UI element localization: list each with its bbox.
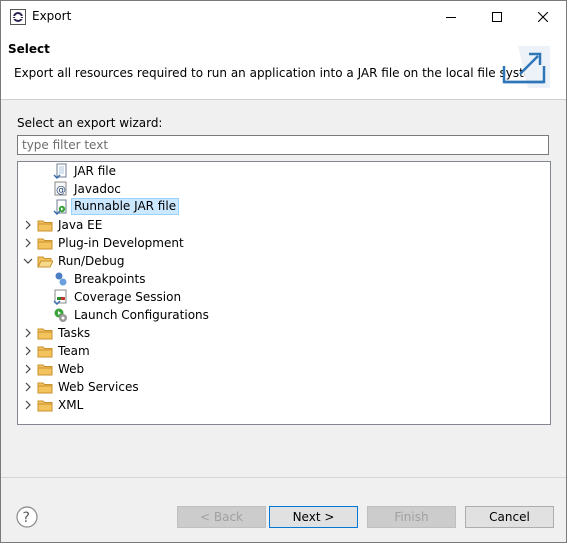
folder-icon — [37, 364, 53, 376]
svg-text:?: ? — [23, 510, 30, 526]
chevron-down-icon[interactable] — [22, 255, 34, 267]
close-button[interactable] — [520, 1, 566, 32]
jar-file-icon — [53, 163, 67, 179]
page-title: Select — [8, 42, 50, 56]
chevron-right-icon[interactable] — [22, 399, 34, 411]
tree-item-label: Launch Configurations — [74, 308, 209, 322]
footer-divider — [1, 477, 566, 478]
export-wizard-icon — [502, 46, 550, 88]
minimize-icon — [446, 16, 456, 18]
folder-icon — [37, 400, 53, 412]
select-wizard-label: Select an export wizard: — [17, 116, 163, 130]
maximize-icon — [492, 11, 502, 22]
chevron-right-icon[interactable] — [22, 381, 34, 393]
folder-icon — [37, 238, 53, 250]
tree-item-label: Breakpoints — [74, 272, 146, 286]
chevron-right-icon[interactable] — [22, 237, 34, 249]
tree-item-label: Javadoc — [74, 182, 121, 196]
wizard-tree[interactable]: JAR file @ Javadoc Runnable JAR file Jav… — [17, 161, 551, 425]
eclipse-app-icon — [10, 9, 26, 25]
chevron-right-icon[interactable] — [22, 219, 34, 231]
wizard-banner: Select Export all resources required to … — [1, 32, 566, 100]
cancel-button[interactable]: Cancel — [465, 506, 554, 528]
tree-item-label: Runnable JAR file — [71, 198, 180, 215]
tree-item-label: XML — [58, 398, 84, 412]
folder-icon — [37, 328, 53, 340]
folder-icon — [37, 346, 53, 358]
folder-open-icon — [37, 256, 53, 268]
tree-item-label: Web — [58, 362, 85, 376]
back-button[interactable]: < Back — [177, 506, 266, 528]
coverage-session-icon — [53, 289, 67, 305]
tree-item-label: Run/Debug — [58, 254, 125, 268]
help-icon[interactable]: ? — [16, 506, 38, 528]
chevron-right-icon[interactable] — [22, 363, 34, 375]
breakpoints-icon — [55, 272, 67, 286]
maximize-button[interactable] — [474, 1, 520, 32]
chevron-right-icon[interactable] — [22, 345, 34, 357]
minimize-button[interactable] — [428, 1, 474, 32]
filter-input[interactable] — [17, 135, 549, 155]
tree-item-label: Java EE — [58, 218, 103, 232]
tree-item-label: Web Services — [58, 380, 139, 394]
tree-item-label: JAR file — [74, 164, 116, 178]
tree-item-label: Tasks — [58, 326, 91, 340]
launch-configurations-icon — [54, 308, 67, 322]
runnable-jar-icon — [53, 199, 67, 215]
javadoc-icon: @ — [54, 181, 67, 196]
finish-button[interactable]: Finish — [367, 506, 456, 528]
next-button[interactable]: Next > — [269, 506, 358, 528]
svg-text:@: @ — [56, 185, 66, 196]
export-dialog: Export Select Export all resources requi… — [0, 0, 567, 543]
tree-item-label: Team — [58, 344, 90, 358]
tree-item-label: Coverage Session — [74, 290, 182, 304]
folder-icon — [37, 220, 53, 232]
window-title: Export — [32, 9, 72, 23]
chevron-right-icon[interactable] — [22, 327, 34, 339]
title-bar: Export — [1, 1, 566, 32]
close-icon — [538, 11, 548, 22]
folder-icon — [37, 382, 53, 394]
tree-item-label: Plug-in Development — [58, 236, 184, 250]
page-description: Export all resources required to run an … — [14, 66, 547, 80]
